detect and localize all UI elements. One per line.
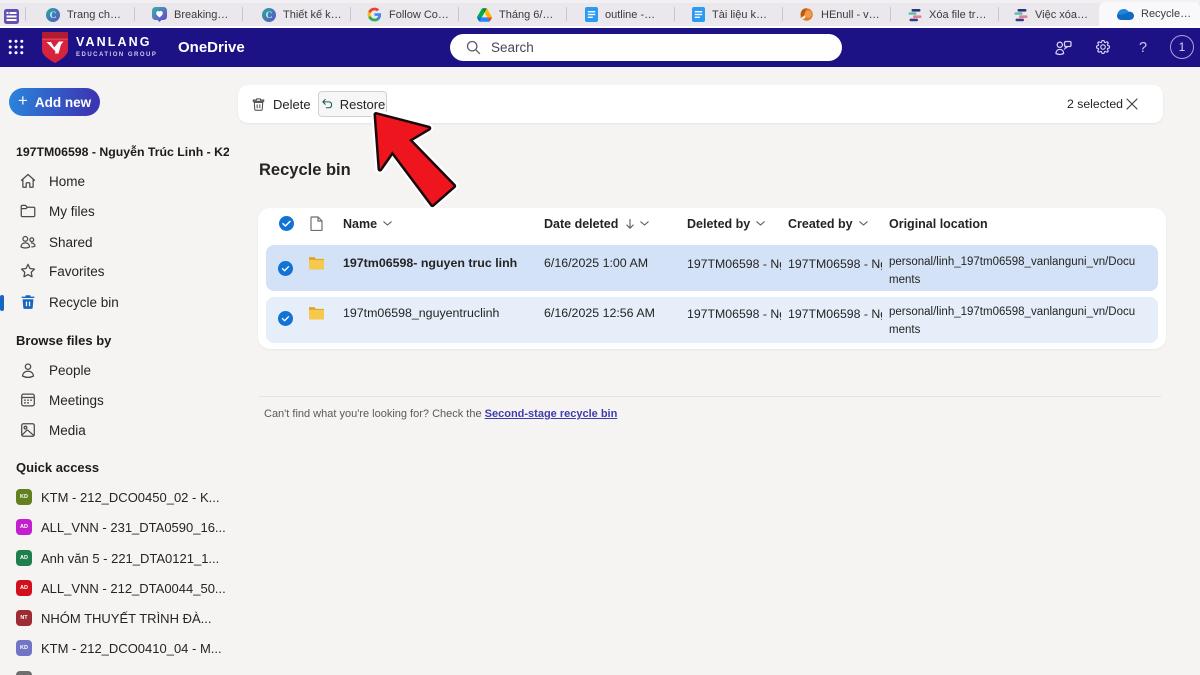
svg-text:C: C	[50, 11, 57, 21]
svg-text:C: C	[266, 11, 273, 21]
